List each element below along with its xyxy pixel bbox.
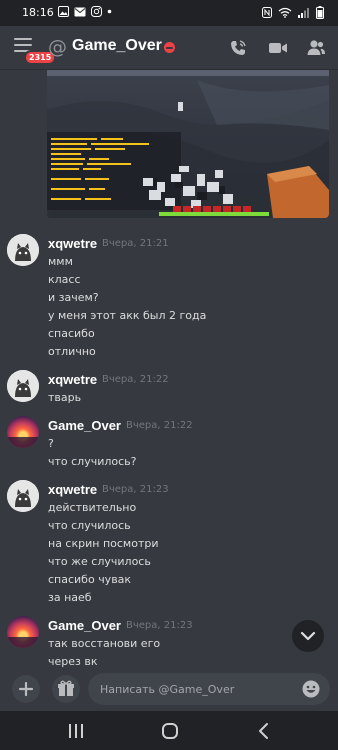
message-input-container <box>88 673 330 705</box>
plus-icon <box>18 681 34 697</box>
message-text: и зачем? <box>48 291 99 304</box>
message-text: спасибо чувак <box>48 573 132 586</box>
sunset-avatar-icon <box>7 437 39 448</box>
back-icon[interactable] <box>254 722 274 740</box>
signal-icon <box>298 8 309 18</box>
gift-icon <box>58 680 74 696</box>
cat-avatar-icon <box>7 370 39 402</box>
channel-title[interactable]: Game_Over <box>72 37 162 55</box>
gift-button[interactable] <box>52 675 80 703</box>
nfc-icon <box>262 7 272 18</box>
timestamp: Вчера, 21:22 <box>102 374 169 385</box>
wifi-icon <box>278 7 292 18</box>
username[interactable]: xqwetre <box>48 372 97 387</box>
cat-avatar-icon <box>7 480 39 512</box>
battery-icon <box>316 6 324 19</box>
phone-call-icon[interactable] <box>228 38 248 58</box>
system-navigation-bar <box>0 711 338 750</box>
minecraft-screenshot-icon <box>47 70 329 218</box>
timestamp: Вчера, 21:22 <box>126 420 193 431</box>
timestamp: Вчера, 21:23 <box>126 620 193 631</box>
home-icon[interactable] <box>160 722 180 740</box>
message-text: тварь <box>48 391 82 404</box>
recent-apps-icon[interactable] <box>66 722 86 740</box>
message-text: что случилось <box>48 519 131 532</box>
scroll-to-bottom-button[interactable] <box>292 620 324 652</box>
message-composer <box>0 667 338 711</box>
message-text: спасибо <box>48 327 95 340</box>
message-text: на скрин посмотри <box>48 537 159 550</box>
hamburger-icon-bar <box>14 44 32 46</box>
username[interactable]: xqwetre <box>48 236 97 251</box>
username[interactable]: Game_Over <box>48 618 121 633</box>
members-icon[interactable] <box>306 38 326 58</box>
message-text: ? <box>48 437 54 450</box>
message-text: класс <box>48 273 81 286</box>
message-text: действительно <box>48 501 137 514</box>
add-attachment-button[interactable] <box>12 675 40 703</box>
avatar[interactable] <box>7 416 39 448</box>
timestamp: Вчера, 21:21 <box>102 238 169 249</box>
at-icon: @ <box>48 36 67 58</box>
avatar[interactable] <box>7 616 39 648</box>
message-text: ммм <box>48 255 73 268</box>
avatar[interactable] <box>7 234 39 266</box>
chat-image-attachment[interactable] <box>47 70 329 218</box>
message-text: так восстанови его <box>48 637 161 650</box>
message-input[interactable] <box>100 673 300 705</box>
cat-avatar-icon <box>7 234 39 266</box>
sunset-avatar-icon <box>7 637 39 648</box>
chevron-down-icon <box>300 631 316 641</box>
hamburger-icon-bar <box>14 38 32 40</box>
avatar[interactable] <box>7 480 39 512</box>
username[interactable]: Game_Over <box>48 418 121 433</box>
email-icon <box>74 7 86 16</box>
message-text: за наеб <box>48 591 92 604</box>
dnd-status-icon <box>164 42 175 53</box>
video-call-icon[interactable] <box>268 38 288 58</box>
status-time: 18:16 <box>22 6 54 19</box>
message-text: у меня этот акк был 2 года <box>48 309 207 322</box>
username[interactable]: xqwetre <box>48 482 97 497</box>
gallery-icon <box>58 6 69 17</box>
status-bar: 18:16 <box>0 0 338 26</box>
channel-header: 2315 @ Game_Over <box>0 26 338 70</box>
message-text: что случилось? <box>48 455 137 468</box>
instagram-icon <box>91 6 102 17</box>
avatar[interactable] <box>7 370 39 402</box>
dot-icon <box>107 9 112 14</box>
emoji-icon[interactable] <box>302 680 320 698</box>
message-text: что же случилось <box>48 555 151 568</box>
message-text: отлично <box>48 345 96 358</box>
timestamp: Вчера, 21:23 <box>102 484 169 495</box>
